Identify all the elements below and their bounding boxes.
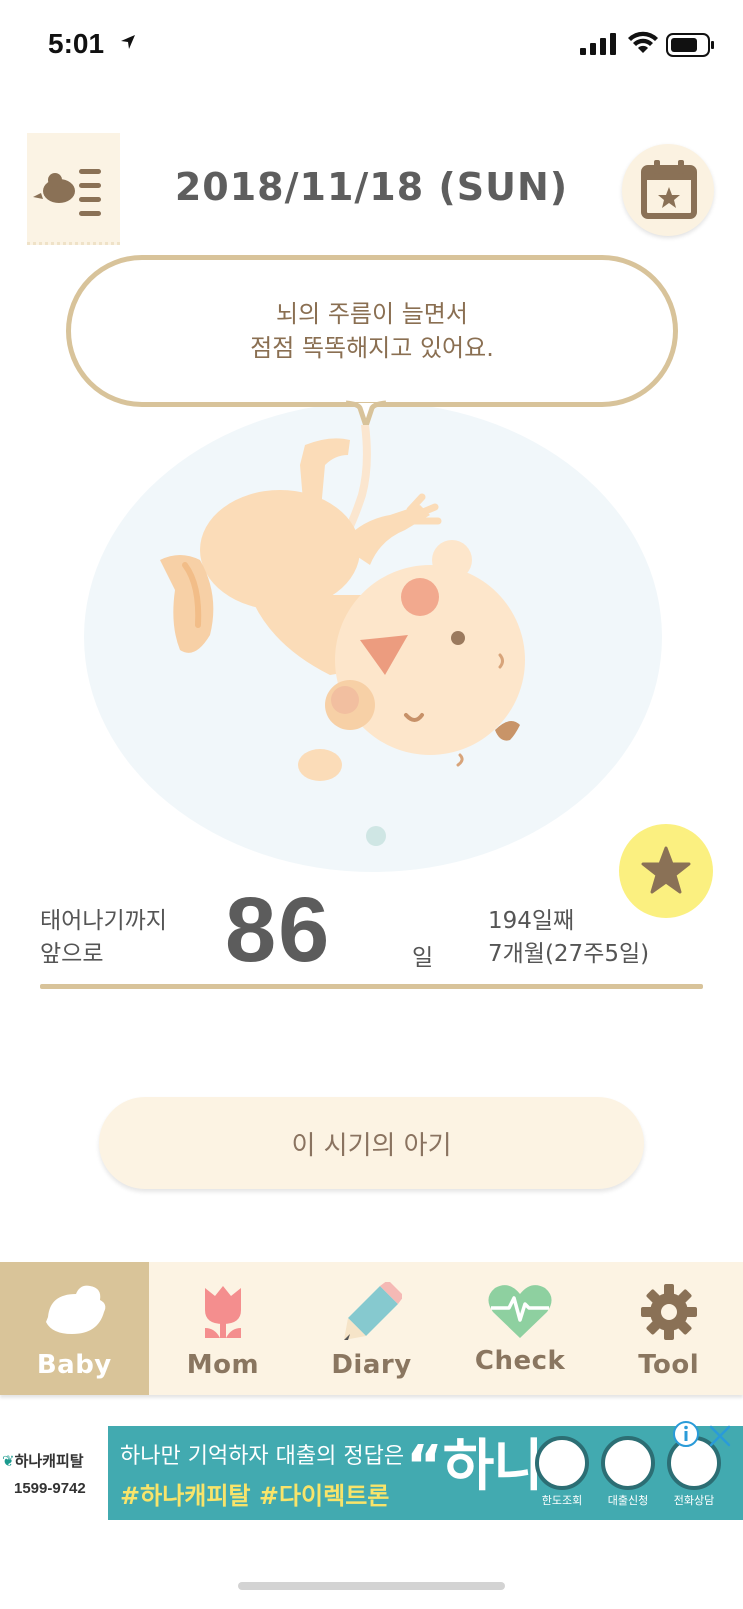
search-won-icon bbox=[535, 1436, 589, 1490]
calendar-button[interactable] bbox=[622, 144, 714, 236]
page-indicator-dot bbox=[366, 826, 386, 846]
wifi-icon bbox=[628, 31, 658, 53]
countdown-label-line2: 앞으로 bbox=[40, 941, 104, 967]
tab-diary[interactable]: Diary bbox=[297, 1262, 446, 1395]
ad-headline: 하나만 기억하자 대출의 정답은 bbox=[120, 1444, 405, 1469]
ad-logo: ❦하나캐피탈 1599-9742 bbox=[0, 1420, 108, 1520]
tab-label-check: Check bbox=[474, 1346, 566, 1376]
pregnancy-progress-info: 194일째 7개월(27주5일) bbox=[488, 905, 649, 971]
this-period-baby-button[interactable]: 이 시기의 아기 bbox=[99, 1097, 644, 1189]
header-date: 2018/11/18 (SUN) bbox=[174, 165, 569, 209]
battery-icon bbox=[666, 33, 714, 57]
ad-limit-check-button[interactable]: 한도조회 bbox=[532, 1436, 592, 1508]
tab-label-tool: Tool bbox=[638, 1350, 700, 1380]
star-icon bbox=[641, 846, 691, 894]
tab-tool[interactable]: Tool bbox=[594, 1262, 743, 1395]
menu-button[interactable] bbox=[27, 133, 120, 245]
ad-button-label: 한도조회 bbox=[541, 1494, 583, 1507]
ad-loan-apply-button[interactable]: 대출신청 bbox=[598, 1436, 658, 1508]
day-count: 194일째 bbox=[488, 908, 575, 934]
gear-icon bbox=[640, 1284, 697, 1340]
tab-baby[interactable]: Baby bbox=[0, 1262, 149, 1395]
tab-label-baby: Baby bbox=[36, 1350, 112, 1380]
fetus-illustration[interactable] bbox=[140, 425, 560, 825]
document-icon bbox=[601, 1436, 655, 1490]
calendar-star-icon bbox=[641, 160, 697, 219]
tab-label-diary: Diary bbox=[331, 1350, 412, 1380]
days-unit: 일 bbox=[412, 945, 434, 971]
tab-bar: Baby Mom Diary Check Tool bbox=[0, 1262, 743, 1395]
speech-bubble[interactable]: 뇌의 주름이 늘면서 점점 똑똑해지고 있어요. bbox=[66, 255, 678, 407]
ad-hashtags: #하나캐피탈 #다이렉트론 bbox=[120, 1482, 390, 1510]
countdown-label: 태어나기까지 앞으로 bbox=[40, 905, 167, 971]
bubble-line-1: 뇌의 주름이 늘면서 bbox=[276, 300, 468, 328]
ad-banner[interactable]: ❦하나캐피탈 1599-9742 하나만 기억하자 대출의 정답은 #하나캐피탈… bbox=[0, 1420, 743, 1520]
ad-button-label: 전화상담 bbox=[673, 1494, 715, 1507]
ad-main-panel[interactable]: 하나만 기억하자 대출의 정답은 #하나캐피탈 #다이렉트론 “하나” 한도조회… bbox=[108, 1426, 743, 1520]
ad-close-icon[interactable] bbox=[706, 1422, 734, 1450]
ad-brand-name: 하나캐피탈 bbox=[14, 1452, 84, 1470]
location-arrow-icon bbox=[121, 35, 135, 49]
bird-icon bbox=[46, 1285, 106, 1334]
ad-button-label: 대출신청 bbox=[607, 1494, 649, 1507]
tab-check[interactable]: Check bbox=[446, 1262, 595, 1395]
pencil-icon bbox=[344, 1282, 403, 1340]
divider-line bbox=[40, 984, 703, 989]
tab-mom[interactable]: Mom bbox=[149, 1262, 298, 1395]
bird-menu-icon bbox=[33, 169, 101, 216]
days-left-number: 86 bbox=[225, 879, 332, 981]
status-bar: 5:01 bbox=[0, 0, 743, 90]
home-indicator bbox=[238, 1582, 505, 1590]
favorite-button[interactable] bbox=[619, 824, 713, 918]
tab-label-mom: Mom bbox=[186, 1350, 260, 1380]
ad-info-icon[interactable] bbox=[672, 1420, 700, 1448]
status-time: 5:01 bbox=[48, 28, 105, 59]
ad-brand-logo-icon: ❦ bbox=[2, 1452, 15, 1470]
month-week: 7개월(27주5일) bbox=[488, 941, 650, 967]
bubble-line-2: 점점 똑똑해지고 있어요. bbox=[250, 334, 494, 362]
countdown-label-line1: 태어나기까지 bbox=[40, 908, 167, 934]
heartbeat-icon bbox=[488, 1285, 552, 1338]
tulip-icon bbox=[204, 1286, 241, 1338]
signal-icon bbox=[580, 33, 616, 55]
ad-phone: 1599-9742 bbox=[14, 1480, 86, 1497]
